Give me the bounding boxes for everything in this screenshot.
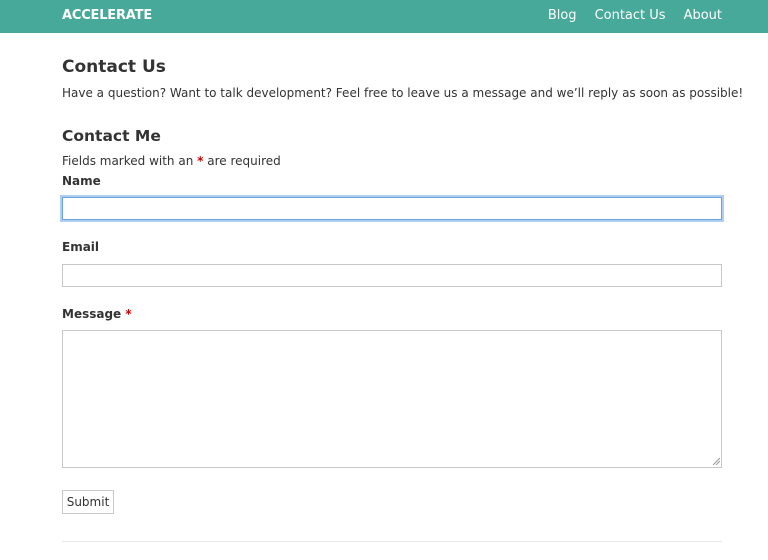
required-note-suffix: are required — [207, 154, 281, 168]
page-title: Contact Us — [62, 57, 166, 77]
message-required-asterisk: * — [125, 307, 132, 321]
message-label: Message * — [62, 307, 132, 321]
email-input[interactable] — [62, 264, 722, 287]
name-label: Name — [62, 174, 101, 188]
required-fields-note: Fields marked with an * are required — [62, 154, 281, 168]
form-title: Contact Me — [62, 127, 161, 145]
nav-link-blog[interactable]: Blog — [548, 8, 577, 24]
intro-text: Have a question? Want to talk developmen… — [62, 86, 744, 100]
nav-link-about[interactable]: About — [684, 8, 722, 24]
nav-link-contact-us[interactable]: Contact Us — [595, 8, 666, 24]
top-navigation-bar: ACCELERATE Blog Contact Us About — [0, 0, 768, 33]
required-asterisk: * — [197, 154, 204, 168]
message-textarea[interactable] — [62, 330, 722, 468]
site-logo[interactable]: ACCELERATE — [62, 8, 152, 23]
submit-button[interactable]: Submit — [62, 490, 114, 514]
resize-grip-icon[interactable] — [712, 457, 720, 465]
main-nav: Blog Contact Us About — [530, 8, 722, 24]
footer-divider — [62, 541, 722, 542]
name-input[interactable] — [62, 197, 722, 220]
message-label-text: Message — [62, 307, 122, 321]
required-note-prefix: Fields marked with an — [62, 154, 194, 168]
email-label: Email — [62, 240, 100, 254]
